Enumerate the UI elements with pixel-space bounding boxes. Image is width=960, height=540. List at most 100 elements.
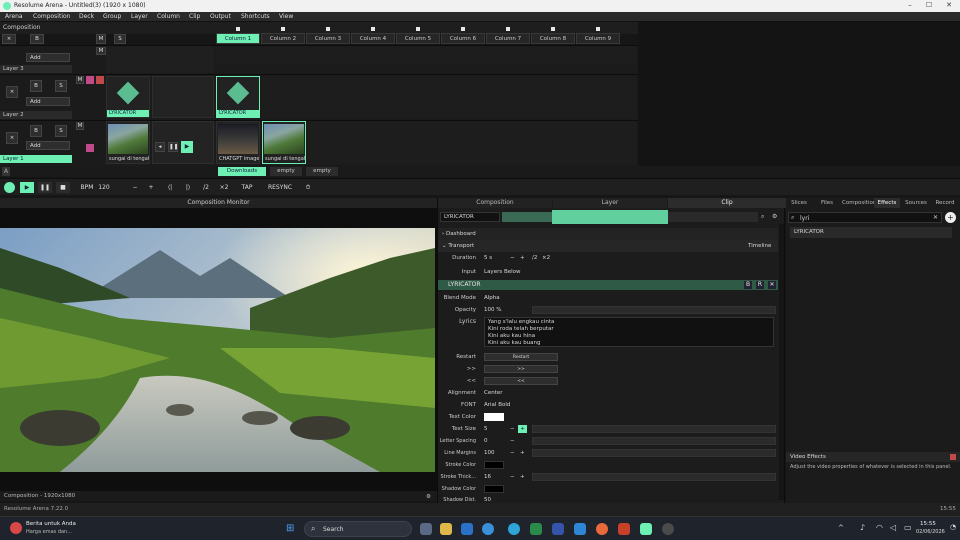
nudge-forward-icon[interactable]: |⟩	[183, 182, 193, 193]
minimize-icon[interactable]: –	[902, 1, 918, 9]
blend-mode-dropdown[interactable]: Alpha	[484, 292, 500, 304]
pause-icon[interactable]: ❚❚	[38, 182, 52, 193]
firefox-icon[interactable]	[596, 523, 608, 535]
stroke-thickness-slider[interactable]	[532, 473, 776, 481]
layer-1-clip-2[interactable]: CHATGPT image &...	[216, 121, 260, 164]
bpm-value[interactable]: 120	[96, 182, 112, 193]
layer-3-name[interactable]: Layer 3	[0, 65, 72, 73]
tab-sources[interactable]: Sources	[902, 198, 930, 208]
layer-1-clip-slots[interactable]	[308, 121, 636, 164]
clip-panel-scrollbar[interactable]	[779, 224, 784, 500]
effects-search-input[interactable]: ⌕ lyri ✕	[788, 212, 942, 223]
deck-tab-downloads[interactable]: Downloads	[218, 167, 266, 176]
layer-3-add-dropdown[interactable]: Add	[26, 53, 70, 62]
task-view-icon[interactable]	[420, 523, 432, 535]
column-6-header[interactable]: Column 6	[441, 33, 485, 44]
letter-spacing-minus[interactable]: −	[510, 435, 515, 447]
play-icon[interactable]: ▶	[20, 182, 34, 193]
menu-shortcuts[interactable]: Shortcuts	[241, 13, 270, 20]
battery-icon[interactable]: ▭	[904, 523, 912, 532]
bpm-half-button[interactable]: /2	[200, 182, 212, 193]
monitor-settings-icon[interactable]: ⚙	[426, 492, 431, 502]
layer-2-m-button[interactable]: M	[76, 76, 84, 84]
volume-icon[interactable]: ◁	[890, 523, 896, 532]
news-subtitle[interactable]: Harga emas dan...	[26, 529, 72, 535]
layer-3-clip-slots[interactable]	[216, 46, 636, 64]
font-dropdown[interactable]: Arial Bold	[484, 399, 510, 411]
layer-2-controls[interactable]	[152, 76, 214, 118]
menu-view[interactable]: View	[279, 13, 293, 20]
comp-x-button[interactable]: ×	[2, 34, 16, 44]
dashboard-section[interactable]: › Dashboard	[438, 228, 778, 240]
panel-close-icon[interactable]	[950, 454, 956, 460]
restart-button[interactable]: Restart	[484, 353, 558, 361]
layer-1-clip-3[interactable]: sungai di tengah...	[262, 121, 306, 164]
layer-2-a-button[interactable]	[86, 76, 94, 84]
bpm-plus-button[interactable]: +	[146, 182, 156, 193]
duration-half[interactable]: /2	[532, 252, 537, 264]
letter-spacing-slider[interactable]	[532, 437, 776, 445]
nudge-back-icon[interactable]: ⟨|	[165, 182, 175, 193]
tab-files[interactable]: Files	[814, 198, 840, 208]
line-margins-slider[interactable]	[532, 449, 776, 457]
layer-2-name[interactable]: Layer 2	[0, 111, 72, 119]
column-marker[interactable]	[371, 27, 375, 31]
deck-tab-empty-2[interactable]: empty	[306, 167, 338, 176]
file-explorer-icon[interactable]	[440, 523, 452, 535]
chrome-icon[interactable]	[482, 523, 494, 535]
alignment-dropdown[interactable]: Center	[484, 387, 503, 399]
duration-minus[interactable]: −	[510, 252, 515, 264]
menu-deck[interactable]: Deck	[79, 13, 94, 20]
menu-clip[interactable]: Clip	[189, 13, 200, 20]
text-color-swatch[interactable]	[484, 413, 504, 421]
metronome-icon[interactable]: ⏱	[302, 182, 314, 193]
layer-2-add-dropdown[interactable]: Add	[26, 97, 70, 106]
close-icon[interactable]: ✕	[941, 1, 957, 9]
line-margins-value[interactable]: 100	[484, 447, 495, 459]
opacity-slider[interactable]	[532, 306, 776, 314]
layer-2-clear-button[interactable]: ×	[6, 86, 18, 98]
transport-section[interactable]: ⌄ Transport Timeline	[438, 240, 778, 252]
shadow-distance-value[interactable]: 50	[484, 494, 491, 503]
layer-2-bypass-button[interactable]: B	[30, 80, 42, 92]
column-3-header[interactable]: Column 3	[306, 33, 350, 44]
menu-column[interactable]: Column	[157, 13, 180, 20]
tab-composition-browser[interactable]: Composition	[842, 198, 876, 208]
text-size-value[interactable]: 5	[484, 423, 488, 435]
tab-effects[interactable]: Effects	[874, 198, 900, 208]
column-marker[interactable]	[506, 27, 510, 31]
column-4-header[interactable]: Column 4	[351, 33, 395, 44]
letter-spacing-value[interactable]: 0	[484, 435, 488, 447]
bpm-minus-button[interactable]: −	[130, 182, 140, 193]
layer-3-empty-cells[interactable]	[106, 46, 214, 73]
layer-3-m-button[interactable]: M	[96, 47, 106, 55]
text-size-minus[interactable]: −	[510, 423, 515, 435]
line-margins-plus[interactable]: +	[520, 447, 525, 459]
deck-tab-empty-1[interactable]: empty	[270, 167, 302, 176]
tap-button[interactable]: TAP	[238, 182, 256, 193]
effect-remove-icon[interactable]: ✕	[768, 281, 776, 289]
column-8-header[interactable]: Column 8	[531, 33, 575, 44]
sheets-icon[interactable]	[530, 523, 542, 535]
app-icon[interactable]	[618, 523, 630, 535]
resolume-taskbar-icon[interactable]	[640, 523, 652, 535]
duration-value[interactable]: 5 s	[484, 252, 492, 264]
stroke-thickness-plus[interactable]: +	[520, 471, 525, 483]
column-5-header[interactable]: Column 5	[396, 33, 440, 44]
input-dropdown[interactable]: Layers Below	[484, 266, 521, 278]
column-marker[interactable]	[326, 27, 330, 31]
layer-1-solo-button[interactable]: S	[55, 125, 67, 137]
layer-1-bypass-button[interactable]: B	[30, 125, 42, 137]
play-icon[interactable]: ▶	[181, 141, 193, 153]
menu-arena[interactable]: Arena	[5, 13, 23, 20]
stroke-thickness-value[interactable]: 16	[484, 471, 491, 483]
clock-time[interactable]: 15:55	[920, 521, 936, 527]
next-button[interactable]: >>	[484, 365, 558, 373]
lyrics-textarea[interactable]: Yang s'lalu engkau cinta Kini roda telah…	[484, 317, 774, 347]
editor-icon[interactable]	[552, 523, 564, 535]
tab-composition[interactable]: Composition	[438, 198, 552, 208]
tab-clip[interactable]: Clip	[668, 198, 786, 208]
taskbar-search[interactable]: ⌕ Search	[304, 521, 412, 537]
menu-composition[interactable]: Composition	[33, 13, 70, 20]
effect-bypass-button[interactable]: B	[744, 281, 752, 289]
